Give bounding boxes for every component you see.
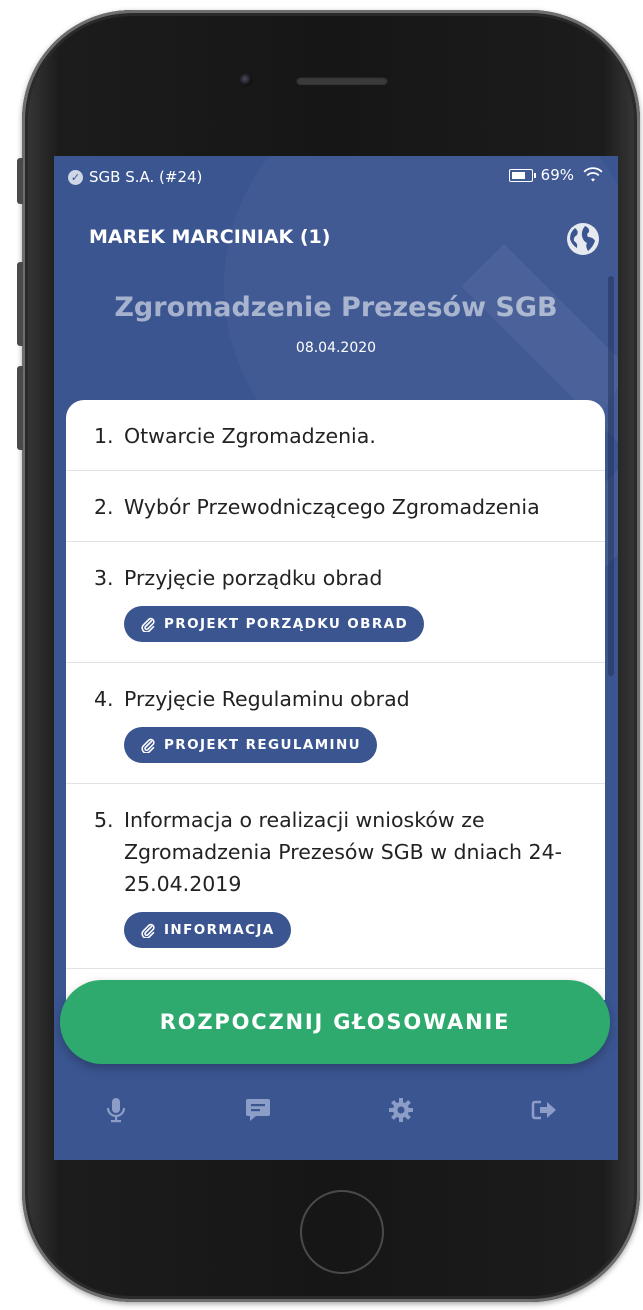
paperclip-icon — [141, 738, 155, 753]
app-screen: ✓ SGB S.A. (#24) 69% MAREK MARCINIAK (1)… — [54, 156, 618, 1160]
agenda-item-number: 5. — [94, 808, 114, 832]
home-button[interactable] — [300, 1190, 384, 1274]
volume-up-button — [17, 262, 23, 346]
battery-icon — [508, 168, 536, 182]
logout-icon[interactable] — [530, 1096, 558, 1124]
agenda-item-text: Przyjęcie porządku obrad — [124, 566, 383, 590]
start-voting-button[interactable]: ROZPOCZNIJ GŁOSOWANIE — [60, 980, 610, 1064]
agenda-item: 3. Przyjęcie porządku obrad PROJEKT PORZ… — [66, 542, 605, 663]
chat-icon[interactable] — [244, 1096, 272, 1124]
agenda-item-number: 2. — [94, 495, 114, 519]
battery-level: 69% — [540, 166, 574, 184]
agenda-item: 2. Wybór Przewodniczącego Zgromadzenia — [66, 471, 605, 542]
agenda-item-text: Przyjęcie Regulaminu obrad — [124, 687, 410, 711]
user-name: MAREK MARCINIAK (1) — [89, 226, 331, 248]
operator-label: SGB S.A. (#24) — [89, 168, 203, 186]
gear-icon[interactable] — [387, 1096, 415, 1124]
meeting-title: Zgromadzenie Prezesów SGB — [114, 292, 558, 323]
mute-switch — [17, 158, 23, 204]
volume-down-button — [17, 366, 23, 450]
microphone-icon[interactable] — [102, 1096, 130, 1124]
document-button-label: PROJEKT PORZĄDKU OBRAD — [164, 616, 409, 632]
document-button-label: INFORMACJA — [164, 922, 275, 938]
globe-icon[interactable] — [566, 222, 600, 256]
front-camera — [240, 74, 252, 86]
agenda-item-text: Informacja o realizacji wniosków ze Zgro… — [124, 808, 563, 896]
agenda-item: 4. Przyjęcie Regulaminu obrad PROJEKT RE… — [66, 663, 605, 784]
earpiece-speaker — [296, 76, 388, 85]
document-button-information[interactable]: INFORMACJA — [124, 912, 291, 948]
document-button-agenda-draft[interactable]: PROJEKT PORZĄDKU OBRAD — [124, 606, 425, 642]
status-bar: ✓ SGB S.A. (#24) 69% — [54, 156, 618, 196]
agenda-item-number: 4. — [94, 687, 114, 711]
agenda-list: 1. Otwarcie Zgromadzenia. 2. Wybór Przew… — [66, 400, 605, 1000]
scrollbar[interactable] — [608, 276, 614, 676]
paperclip-icon — [141, 617, 155, 632]
agenda-item: 1. Otwarcie Zgromadzenia. — [66, 400, 605, 471]
wifi-icon — [583, 167, 603, 182]
meeting-date: 08.04.2020 — [295, 340, 377, 356]
agenda-item-number: 1. — [94, 424, 114, 448]
document-button-label: PROJEKT REGULAMINU — [164, 737, 362, 753]
paperclip-icon — [141, 923, 155, 938]
agenda-item-number: 3. — [94, 566, 114, 590]
agenda-item-text: Otwarcie Zgromadzenia. — [124, 424, 376, 448]
agenda-item-text: Wybór Przewodniczącego Zgromadzenia — [124, 495, 540, 519]
bottom-tab-bar — [54, 1086, 618, 1136]
agenda-item: 5. Informacja o realizacji wniosków ze Z… — [66, 784, 605, 969]
document-button-regulations-draft[interactable]: PROJEKT REGULAMINU — [124, 727, 378, 763]
verified-check-icon: ✓ — [68, 169, 83, 185]
